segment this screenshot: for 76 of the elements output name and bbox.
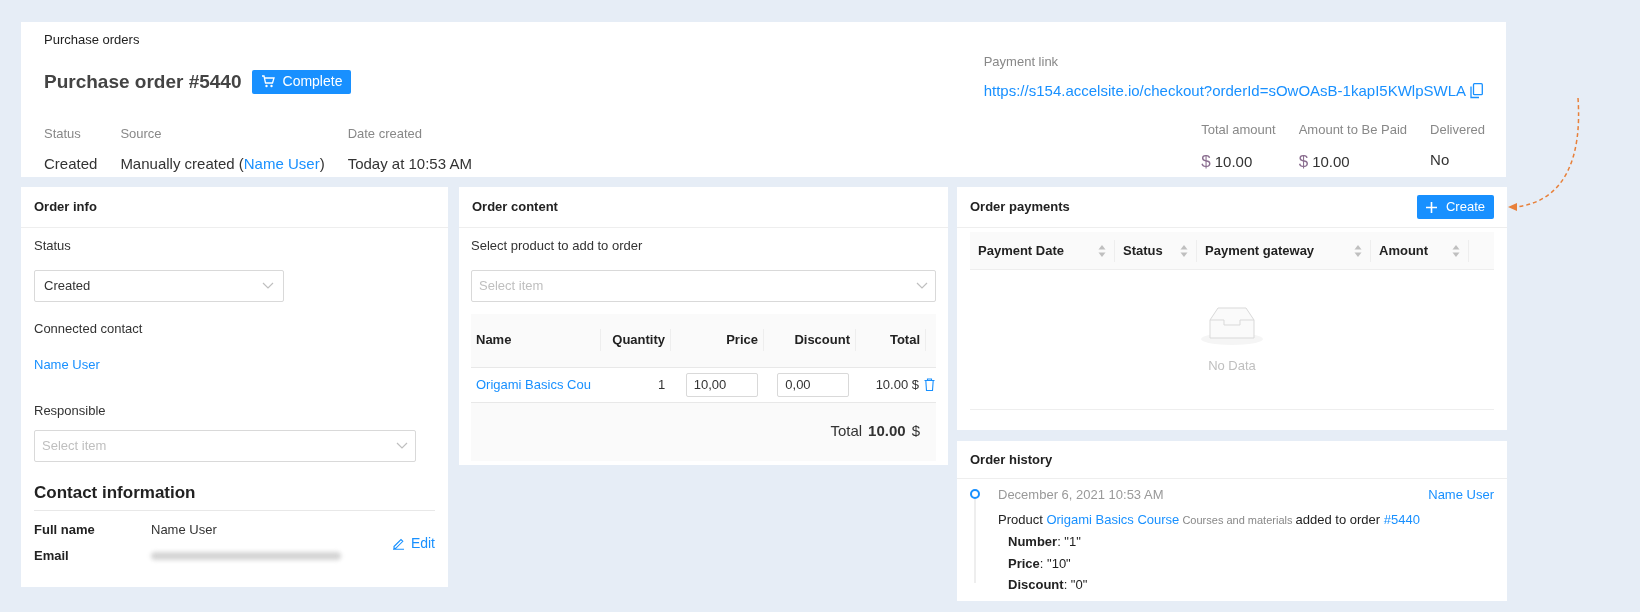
total-label: Delivered xyxy=(1430,121,1485,139)
grand-total-value: 10.00 xyxy=(868,421,906,442)
responsible-select[interactable]: Select item xyxy=(34,430,416,462)
card-title: Order content xyxy=(472,198,558,217)
discount-input[interactable]: 0,00 xyxy=(777,372,850,397)
field-label: Responsible xyxy=(34,401,107,420)
payment-link-label: Payment link xyxy=(983,53,1060,71)
copy-icon[interactable] xyxy=(1470,82,1483,99)
grand-total-currency: $ xyxy=(911,421,920,442)
chevron-down-icon xyxy=(262,281,274,290)
column-header: Discount xyxy=(794,332,850,348)
history-date: December 6, 2021 10:53 AM xyxy=(998,486,1164,504)
cart-icon xyxy=(260,75,275,89)
total-cell-text: 10.00 $ xyxy=(875,375,919,394)
contact-label: Email xyxy=(34,546,70,565)
create-button[interactable]: Create xyxy=(1416,195,1494,219)
trash-icon[interactable] xyxy=(924,378,935,391)
column-header: Price xyxy=(726,332,758,348)
meta-value: Created xyxy=(44,154,98,172)
plus-icon xyxy=(1425,201,1437,213)
user-link[interactable]: Origami Basics Course xyxy=(1046,511,1180,527)
history-detail: Price: "10" xyxy=(1008,554,1072,573)
currency-symbol: $ xyxy=(1201,150,1211,173)
edit-link[interactable]: Edit xyxy=(391,534,435,553)
chevron-down-icon xyxy=(396,442,408,450)
currency-symbol: $ xyxy=(1298,150,1309,173)
column-header: Payment Date xyxy=(978,241,1064,260)
total-value: 10.00 xyxy=(1214,151,1253,172)
history-description: Product Origami Basics Course Courses and materials added to order #5440 xyxy=(998,511,1420,527)
meta-label: Date created xyxy=(347,125,424,143)
complete-button[interactable]: Complete xyxy=(251,69,352,94)
breadcrumb[interactable]: Purchase orders xyxy=(44,30,472,50)
meta-label: Source xyxy=(120,125,163,143)
meta-value: Manually created (Name User) xyxy=(120,154,325,172)
total-value: No xyxy=(1430,149,1450,170)
user-link[interactable]: Name User xyxy=(1428,485,1494,505)
empty-text: No Data xyxy=(1208,356,1256,375)
column-header: Amount xyxy=(1379,241,1429,260)
sort-icon[interactable] xyxy=(1180,243,1188,258)
column-header: Payment gateway xyxy=(1205,241,1315,260)
card-title: Order history xyxy=(970,450,1053,469)
meta-value: Today at 10:53 AM xyxy=(347,154,472,172)
meta-label: Status xyxy=(44,125,82,143)
product-select[interactable]: Select item xyxy=(471,269,936,302)
contact-link[interactable]: Name User xyxy=(34,355,435,375)
user-link[interactable]: Name User xyxy=(243,154,320,172)
user-link[interactable]: #5440 xyxy=(1383,511,1420,527)
payment-link[interactable]: https://s154.accelsite.io/checkout?orderId=sOwOAsB-1kapI5KWlpSWLA xyxy=(983,79,1466,102)
product-link[interactable]: Origami Basics Cou xyxy=(476,377,591,392)
pencil-icon xyxy=(391,537,405,550)
field-label: Status xyxy=(34,237,72,255)
card-title: Order info xyxy=(34,198,97,217)
total-label: Total amount xyxy=(1201,121,1276,139)
column-header: Name xyxy=(476,332,512,348)
chevron-down-icon xyxy=(916,281,928,290)
contact-label: Full name xyxy=(34,520,96,539)
order-title: Purchase order #5440 xyxy=(44,69,242,94)
total-value: 10.00 xyxy=(1312,151,1350,172)
quantity-cell-text: 1 xyxy=(657,375,666,394)
section-heading: Contact information xyxy=(34,480,435,511)
card-title: Order payments xyxy=(970,198,1070,217)
total-label: Amount to Be Paid xyxy=(1298,121,1408,139)
column-header: Total xyxy=(889,332,920,348)
field-label: Connected contact xyxy=(34,319,144,338)
column-header: Status xyxy=(1123,241,1163,260)
sort-icon[interactable] xyxy=(1354,243,1362,258)
history-detail: Discount: "0" xyxy=(1008,576,1089,594)
column-header: Quantity xyxy=(612,332,665,348)
contact-value: Name User xyxy=(151,520,217,539)
history-detail: Number: "1" xyxy=(1008,533,1082,551)
price-input[interactable]: 10,00 xyxy=(685,372,758,397)
sort-icon[interactable] xyxy=(1452,243,1460,258)
sort-icon[interactable] xyxy=(1098,243,1106,258)
status-select[interactable]: Created xyxy=(34,269,284,302)
grand-total-label: Total xyxy=(830,421,863,442)
field-label: Select product to add to order xyxy=(471,237,644,255)
